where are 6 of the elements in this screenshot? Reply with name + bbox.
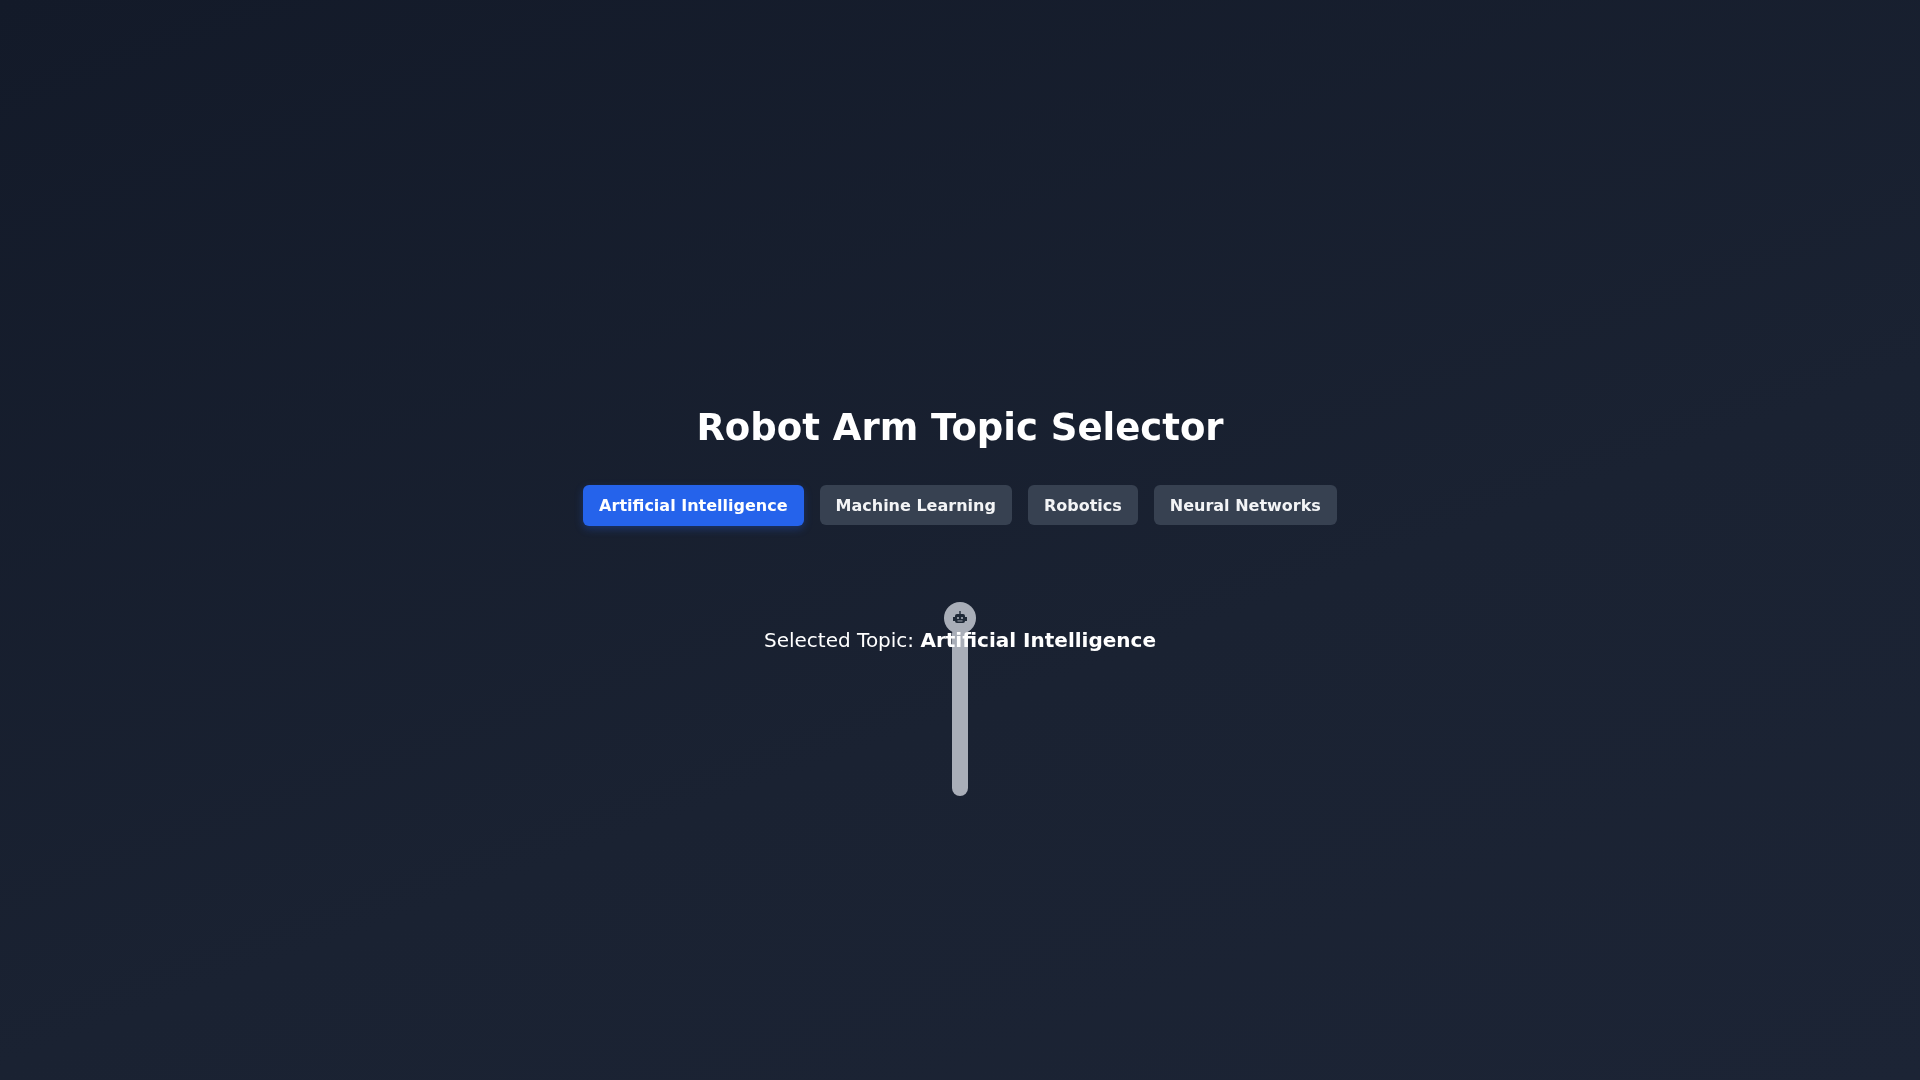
page-title: Robot Arm Topic Selector	[696, 405, 1224, 451]
robot-icon	[952, 610, 968, 626]
topic-button[interactable]: Machine Learning	[819, 485, 1012, 525]
topic-button[interactable]: Artificial Intelligence	[583, 485, 804, 526]
topic-button[interactable]: Robotics	[1027, 485, 1138, 525]
topic-button[interactable]: Neural Networks	[1153, 485, 1337, 525]
